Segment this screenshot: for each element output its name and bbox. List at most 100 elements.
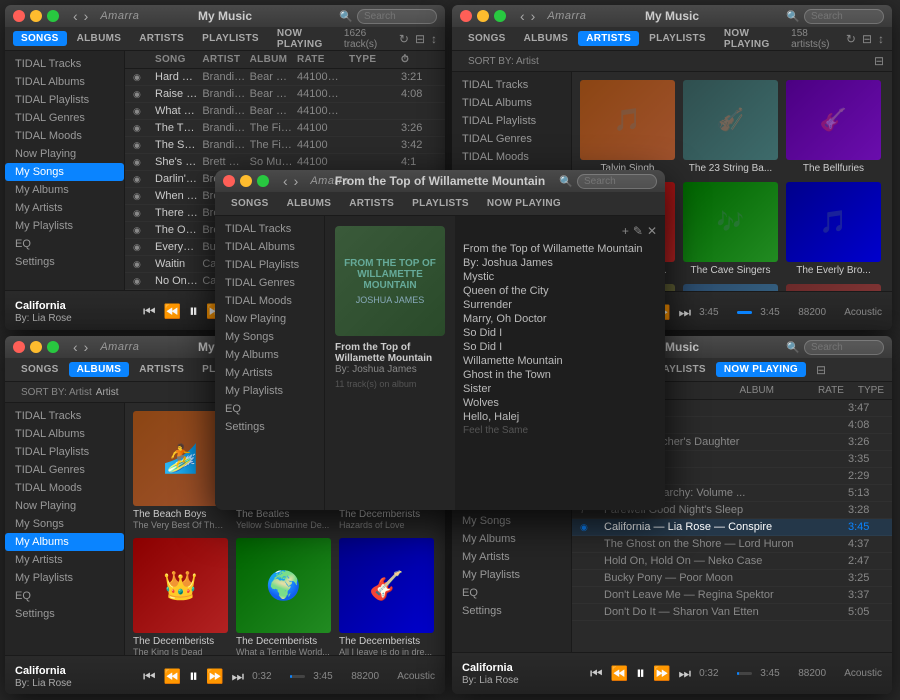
back-icon-2[interactable]: ‹: [518, 8, 527, 24]
popup-add-icon[interactable]: +: [622, 224, 629, 238]
table-row[interactable]: ◉Hard Way HomeBrandi CarlileBear Creek44…: [125, 69, 445, 86]
sidebar-tidal-tracks-1[interactable]: TIDAL Tracks: [5, 55, 124, 73]
sidebar-eq-4[interactable]: EQ: [452, 584, 571, 602]
np-prev-3[interactable]: ⏮: [143, 668, 156, 685]
sidebar-tidal-tracks-2[interactable]: TIDAL Tracks: [452, 76, 571, 94]
np-fwd-4[interactable]: ⏩: [653, 665, 670, 682]
sidebar-tidal-playlists-2[interactable]: TIDAL Playlists: [452, 112, 571, 130]
back-icon-3[interactable]: ‹: [71, 339, 80, 355]
np-progress-2[interactable]: [737, 311, 752, 314]
popup-close-icon[interactable]: ✕: [647, 224, 657, 238]
popup-search-input[interactable]: [577, 174, 657, 189]
sidebar-ms-4[interactable]: My Songs: [452, 512, 571, 530]
np-play-1[interactable]: ⏸: [189, 301, 198, 322]
sidebar-np-3[interactable]: Now Playing: [5, 497, 124, 515]
np-fwd-3[interactable]: ⏩: [206, 668, 223, 685]
table-row[interactable]: Hold On, Hold On — Neko Case2:47: [572, 553, 892, 570]
close-btn-3[interactable]: [13, 341, 25, 353]
np-prev-4[interactable]: ⏮: [590, 665, 603, 682]
np-progress-3[interactable]: [290, 675, 305, 678]
np-next-2[interactable]: ⏭: [678, 304, 691, 321]
table-row[interactable]: ◉The Things I RegretBrandi CarlileThe Fi…: [125, 120, 445, 137]
table-row[interactable]: Don't Leave Me — Regina Spektor3:37: [572, 587, 892, 604]
sidebar-tidal-genres-1[interactable]: TIDAL Genres: [5, 109, 124, 127]
artist-card[interactable]: 🎻 The 23 String Ba...: [683, 80, 778, 174]
sidebar-tt-3[interactable]: TIDAL Tracks: [5, 407, 124, 425]
max-btn-2[interactable]: [494, 10, 506, 22]
sidebar-myalbums-1[interactable]: My Albums: [5, 181, 124, 199]
search-input-2[interactable]: [804, 9, 884, 24]
table-row[interactable]: ◉The Stranger At My DoorBrandi CarlileTh…: [125, 137, 445, 154]
artist-card[interactable]: 🎤 The Lumineers: [683, 284, 778, 291]
search-input-1[interactable]: [357, 9, 437, 24]
table-row[interactable]: Bucky Pony — Poor Moon3:25: [572, 570, 892, 587]
np-rewind-1[interactable]: ⏪: [164, 303, 181, 320]
sidebar-tp-3[interactable]: TIDAL Playlists: [5, 443, 124, 461]
refresh-icon-1[interactable]: ↻: [399, 32, 409, 46]
table-row[interactable]: ◉Raise HellBrandi CarlileBear Creek44100…: [125, 86, 445, 103]
fwd-icon-1[interactable]: ›: [82, 8, 91, 24]
sort-icon-1[interactable]: ↕: [431, 32, 437, 46]
popup-track[interactable]: Sister: [463, 382, 657, 396]
tab-playlists-1[interactable]: PLAYLISTS: [194, 31, 267, 46]
album-card[interactable]: 🌍The DecemberistsWhat a Terrible World..…: [236, 538, 331, 655]
tab-artists-2[interactable]: ARTISTS: [578, 31, 639, 46]
popup-sidebar-ma[interactable]: My Albums: [215, 346, 324, 364]
np-play-3[interactable]: ⏸: [189, 666, 198, 687]
popup-sidebar-tp[interactable]: TIDAL Playlists: [215, 256, 324, 274]
sidebar-tm-3[interactable]: TIDAL Moods: [5, 479, 124, 497]
artist-card[interactable]: 🎵 The Shins: [786, 284, 881, 291]
close-btn-2[interactable]: [460, 10, 472, 22]
np-rew-4[interactable]: ⏪: [611, 665, 628, 682]
popup-sidebar-ta[interactable]: TIDAL Albums: [215, 238, 324, 256]
sidebar-mpl-3[interactable]: My Playlists: [5, 569, 124, 587]
filter-icon-1[interactable]: ⊟: [415, 32, 425, 46]
sidebar-ma-4[interactable]: My Albums: [452, 530, 571, 548]
popup-sidebar-tt[interactable]: TIDAL Tracks: [215, 220, 324, 238]
popup-sidebar-tm[interactable]: TIDAL Moods: [215, 292, 324, 310]
max-btn-1[interactable]: [47, 10, 59, 22]
popup-sidebar-set[interactable]: Settings: [215, 418, 324, 436]
popup-max-btn[interactable]: [257, 175, 269, 187]
album-card[interactable]: 🏄The Beach BoysThe Very Best Of The Be..…: [133, 411, 228, 530]
sidebar-ma-3[interactable]: My Albums: [5, 533, 124, 551]
tab-artists-3[interactable]: ARTISTS: [131, 362, 192, 377]
min-btn-1[interactable]: [30, 10, 42, 22]
sidebar-settings-1[interactable]: Settings: [5, 253, 124, 271]
tab-nowplaying-4[interactable]: NOW PLAYING: [716, 362, 806, 377]
tab-nowplaying-2[interactable]: NOW PLAYING: [716, 26, 789, 52]
col-album-1[interactable]: ALBUM: [250, 54, 293, 65]
popup-edit-icon[interactable]: ✎: [633, 224, 643, 238]
popup-fwd-icon[interactable]: ›: [292, 173, 301, 189]
popup-close-btn[interactable]: [223, 175, 235, 187]
refresh-icon-2[interactable]: ↻: [846, 32, 856, 46]
table-row-active[interactable]: ◉California — Lia Rose — Conspire3:45: [572, 519, 892, 536]
sidebar-set-4[interactable]: Settings: [452, 602, 571, 620]
artist-card[interactable]: 🎵 The Everly Bro...: [786, 182, 881, 276]
popup-back-icon[interactable]: ‹: [281, 173, 290, 189]
np-prev-1[interactable]: ⏮: [143, 303, 156, 320]
popup-track[interactable]: Willamette Mountain: [463, 354, 657, 368]
sidebar-eq-1[interactable]: EQ: [5, 235, 124, 253]
tab-albums-1[interactable]: ALBUMS: [69, 31, 130, 46]
min-btn-3[interactable]: [30, 341, 42, 353]
popup-sidebar-mpl[interactable]: My Playlists: [215, 382, 324, 400]
popup-sidebar-eq[interactable]: EQ: [215, 400, 324, 418]
popup-track[interactable]: Queen of the City: [463, 284, 657, 298]
tab-nowplaying-1[interactable]: NOW PLAYING: [269, 26, 342, 52]
popup-track[interactable]: So Did I: [463, 340, 657, 354]
sidebar-set-3[interactable]: Settings: [5, 605, 124, 623]
tab-playlists-2[interactable]: PLAYLISTS: [641, 31, 714, 46]
artist-card[interactable]: 🎵 Talvin Singh: [580, 80, 675, 174]
table-row[interactable]: ◉She's MineBrett DennenSo Much More44100…: [125, 154, 445, 171]
popup-tab-nowplaying[interactable]: NOW PLAYING: [479, 196, 569, 211]
popup-track[interactable]: Hello, Halej: [463, 410, 657, 424]
popup-track[interactable]: Marry, Oh Doctor: [463, 312, 657, 326]
sidebar-mysongs-1[interactable]: My Songs: [5, 163, 124, 181]
max-btn-3[interactable]: [47, 341, 59, 353]
popup-track[interactable]: Mystic: [463, 270, 657, 284]
filter-icon-4[interactable]: ⊟: [816, 363, 826, 377]
table-row[interactable]: Don't Do It — Sharon Van Etten5:05: [572, 604, 892, 621]
popup-tab-playlists[interactable]: PLAYLISTS: [404, 196, 477, 211]
artist-card[interactable]: 🎸 The Bellfuries: [786, 80, 881, 174]
